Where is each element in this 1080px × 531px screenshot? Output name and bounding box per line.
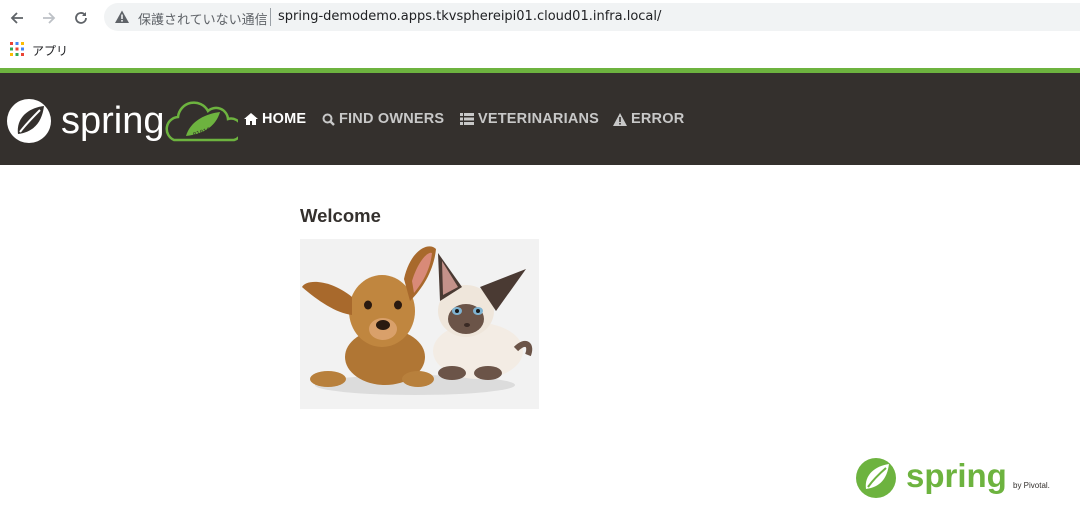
nav-find-owners[interactable]: FIND OWNERS <box>322 110 444 128</box>
arrow-right-icon <box>43 12 56 24</box>
reload-icon <box>75 12 87 24</box>
spring-logo[interactable]: spring 010101 <box>6 96 238 146</box>
reload-button[interactable] <box>69 6 93 30</box>
logo-text: spring <box>61 100 165 142</box>
omnibox-divider <box>270 8 271 26</box>
warning-icon <box>613 112 627 126</box>
home-icon <box>244 113 258 125</box>
nav-veterinarians[interactable]: VETERINARIANS <box>460 110 599 128</box>
arrow-left-icon <box>10 12 23 24</box>
list-icon <box>460 113 474 125</box>
spring-by-pivotal-logo[interactable]: spring by Pivotal. <box>855 455 1060 501</box>
navbar: spring 010101 HOME FIND OWNERS VETERINAR… <box>0 73 1080 165</box>
apps-grid-icon[interactable] <box>10 42 24 56</box>
nav-home[interactable]: HOME <box>244 110 306 128</box>
warning-icon[interactable] <box>114 9 130 25</box>
forward-button[interactable] <box>37 6 61 30</box>
search-icon <box>322 113 335 126</box>
nav-find-owners-label: FIND OWNERS <box>339 111 445 127</box>
nav-home-label: HOME <box>262 111 307 127</box>
footer-logo-text: spring <box>906 457 1007 494</box>
nav-veterinarians-label: VETERINARIANS <box>478 111 600 127</box>
address-bar[interactable]: 保護されていない通信 spring-demodemo.apps.tkvspher… <box>104 3 1080 31</box>
pets-image <box>300 239 539 409</box>
nav-error[interactable]: ERROR <box>613 110 684 128</box>
url-text[interactable]: spring-demodemo.apps.tkvsphereipi01.clou… <box>278 9 661 24</box>
browser-toolbar: 保護されていない通信 spring-demodemo.apps.tkvspher… <box>0 0 1080 36</box>
security-status-label[interactable]: 保護されていない通信 <box>138 9 268 28</box>
nav-error-label: ERROR <box>631 111 685 127</box>
apps-bookmark[interactable]: アプリ <box>32 42 68 59</box>
page-title: Welcome <box>300 205 381 226</box>
back-button[interactable] <box>5 6 29 30</box>
footer-byline: by Pivotal. <box>1013 481 1050 490</box>
bookmarks-bar: アプリ <box>0 36 1080 66</box>
